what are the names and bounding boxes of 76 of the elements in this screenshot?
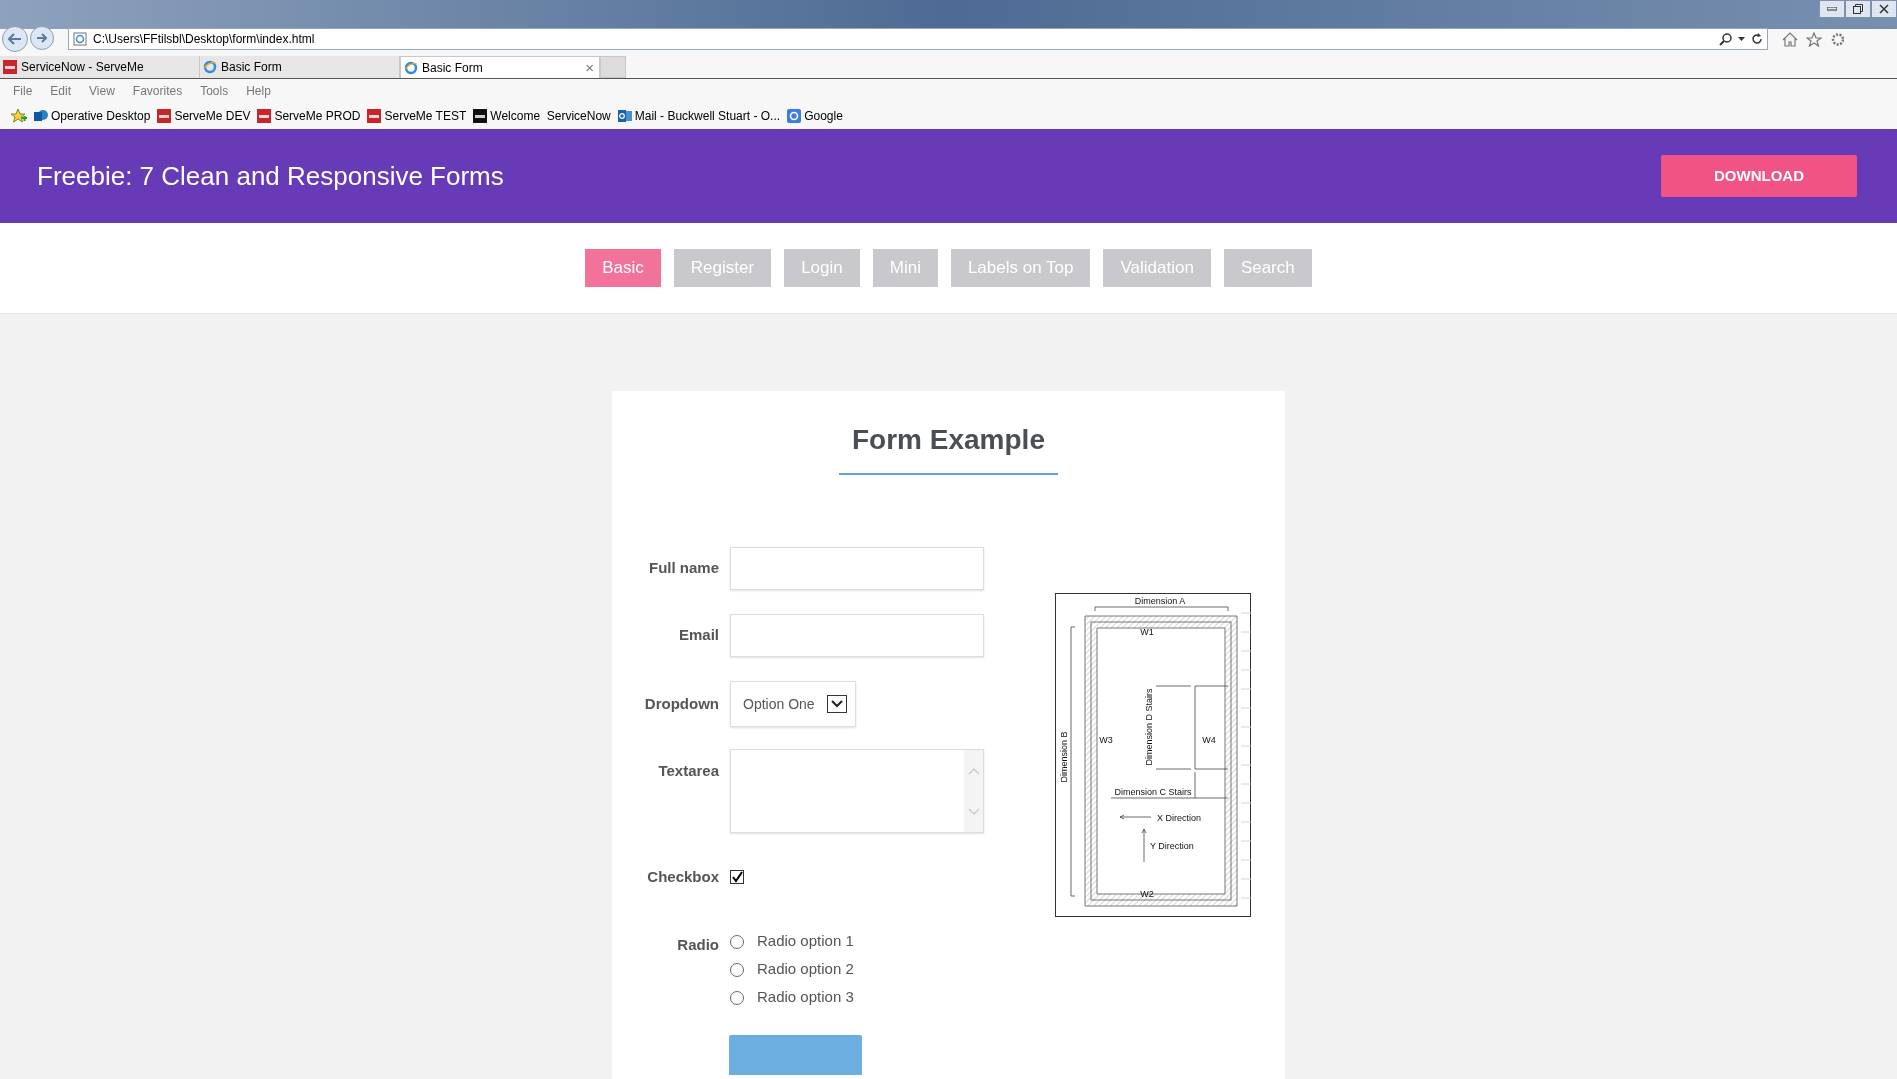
browser-tab[interactable]: ServiceNow - ServeMe (0, 56, 200, 78)
dropdown[interactable]: Option One (730, 681, 856, 727)
text-input[interactable] (730, 614, 984, 657)
favorites-link[interactable]: ServeMe PROD (257, 107, 361, 125)
diagram-label: X Direction (1157, 813, 1201, 823)
checkbox[interactable] (730, 870, 744, 884)
diagram-label: Dimension B (1059, 731, 1069, 783)
forward-arrow-icon (36, 33, 48, 43)
diagram-label: Dimension D Stairs (1144, 688, 1154, 766)
field-label: Textarea (657, 761, 719, 781)
page-icon (73, 32, 87, 46)
link-label: ServeMe TEST (384, 108, 467, 125)
tab-label: ServiceNow - ServeMe (21, 59, 145, 76)
link-label: Operative Desktop (51, 108, 151, 125)
menu-item[interactable]: Help (246, 82, 271, 100)
refresh-icon[interactable] (1751, 33, 1763, 45)
favorites-link[interactable]: ServeMe TEST (367, 107, 467, 125)
text-input[interactable] (730, 547, 984, 590)
diagram-label: W1 (1140, 627, 1154, 637)
page-title: Freebie: 7 Clean and Responsive Forms (37, 159, 504, 193)
forward-button[interactable] (30, 26, 54, 50)
restore-icon (1853, 4, 1863, 14)
diagram-label: W3 (1099, 735, 1113, 745)
diagram-label: Dimension A (1134, 596, 1186, 606)
home-icon[interactable] (1782, 31, 1798, 47)
favorites-link[interactable]: Welcome ServiceNow (473, 107, 611, 125)
link-label: Mail - Buckwell Stuart - O... (634, 108, 781, 125)
menu-item[interactable]: Favorites (132, 82, 183, 100)
link-label: ServeMe PROD (274, 108, 361, 125)
link-label: Google (804, 108, 843, 125)
radio-button[interactable] (730, 962, 744, 977)
search-icon[interactable] (1719, 32, 1732, 46)
caret-icon[interactable] (1738, 37, 1745, 41)
field-label: Radio (676, 935, 719, 955)
favorites-link[interactable]: Operative Desktop (34, 107, 151, 125)
field-label: Checkbox (646, 866, 719, 887)
radio-button[interactable] (730, 990, 744, 1005)
field-label: Full name (648, 558, 719, 579)
tab-label: Basic Form (221, 59, 283, 76)
back-arrow-icon (8, 33, 22, 45)
download-button[interactable]: DOWNLOAD (1661, 155, 1857, 197)
address-text: C:\Users\FFtilsbl\Desktop\form\index.html (93, 31, 315, 48)
radio-label: Radio option 1 (757, 931, 854, 952)
browser-tab[interactable]: Basic Form (200, 56, 400, 78)
tab-label: Basic Form (422, 59, 484, 77)
diagram-label: Dimension C Stairs (1114, 787, 1192, 797)
form-tab[interactable]: Basic (585, 249, 661, 287)
chevron-down-icon (827, 695, 847, 713)
favorites-link[interactable]: Mail - Buckwell Stuart - O... (617, 107, 781, 125)
menu-item[interactable]: Edit (50, 82, 72, 100)
field-label: Dropdown (643, 693, 719, 714)
form-title: Form Example (852, 423, 1045, 457)
close-tab-button[interactable]: × (585, 60, 596, 75)
browser-tab[interactable]: Basic Form × (400, 56, 600, 78)
restore-button[interactable] (1845, 0, 1871, 18)
diagram-label: W4 (1202, 735, 1216, 745)
radio-label: Radio option 2 (757, 959, 854, 980)
link-label: Welcome ServiceNow (490, 108, 611, 125)
star-icon[interactable] (1806, 31, 1822, 47)
favorites-star-icon[interactable] (10, 108, 27, 124)
menu-item[interactable]: View (89, 82, 115, 100)
back-button[interactable] (2, 26, 28, 52)
radio-label: Radio option 3 (757, 987, 854, 1008)
favorites-link[interactable]: Google (787, 107, 843, 125)
minimize-icon (1827, 7, 1837, 11)
radio-button[interactable] (730, 934, 744, 949)
menu-item[interactable]: Tools (200, 82, 229, 100)
diagram-label: W2 (1140, 889, 1154, 899)
address-bar[interactable]: C:\Users\FFtilsbl\Desktop\form\index.html (68, 28, 1768, 50)
favorites-link[interactable]: ServeMe DEV (157, 107, 251, 125)
link-label: ServeMe DEV (174, 108, 251, 125)
close-icon (1879, 4, 1889, 14)
menu-item[interactable]: File (13, 82, 33, 100)
field-label: Email (677, 625, 719, 646)
diagram-label: Y Direction (1150, 841, 1194, 851)
close-window-button[interactable] (1871, 0, 1897, 18)
